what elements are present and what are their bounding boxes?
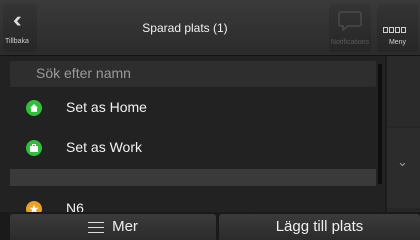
double-chevron-left-icon: ‹‹ [13,7,21,32]
list-item-n6[interactable]: N6 [10,189,376,212]
scroll-down-button[interactable]: ⌄ [387,128,420,208]
list-item-set-as-home[interactable]: Set as Home [10,88,376,128]
saved-places-list: Sök efter namn Set as Home Set as Work N… [0,56,385,212]
search-input[interactable]: Sök efter namn [10,61,376,87]
more-label: Mer [112,218,138,235]
home-icon [26,100,42,116]
list-divider [10,169,376,186]
page-title: Sparad plats (1) [142,21,228,35]
notifications-button[interactable]: Notifications [329,4,371,52]
list-item-label: Set as Work [66,139,142,155]
menu-label: Meny [388,39,407,46]
bottom-bar: Mer Lägg till plats [0,212,420,240]
side-column: ⌄ [387,56,420,212]
list-item-label: N6 [66,200,84,212]
hamburger-icon [88,221,105,233]
speech-bubble-icon [338,11,362,32]
more-button[interactable]: Mer [10,214,216,240]
back-button[interactable]: ‹‹ Tillbaka [3,4,37,52]
add-place-button[interactable]: Lägg till plats [219,214,420,240]
menu-button[interactable]: Meny [377,4,418,52]
chevron-down-icon: ⌄ [397,154,408,169]
add-place-label: Lägg till plats [275,218,364,235]
menu-grid-icon [383,20,407,38]
scrollbar[interactable] [378,64,382,184]
star-icon [26,201,42,212]
scroll-up-area [387,56,420,126]
list-item-set-as-work[interactable]: Set as Work [10,128,376,168]
briefcase-icon [26,140,42,156]
header-bar: ‹‹ Tillbaka Sparad plats (1) Notificatio… [0,0,420,56]
back-label: Tillbaka [5,38,29,45]
search-placeholder: Sök efter namn [36,65,131,81]
list-item-label: Set as Home [66,99,147,115]
notifications-label: Notifications [330,39,370,46]
